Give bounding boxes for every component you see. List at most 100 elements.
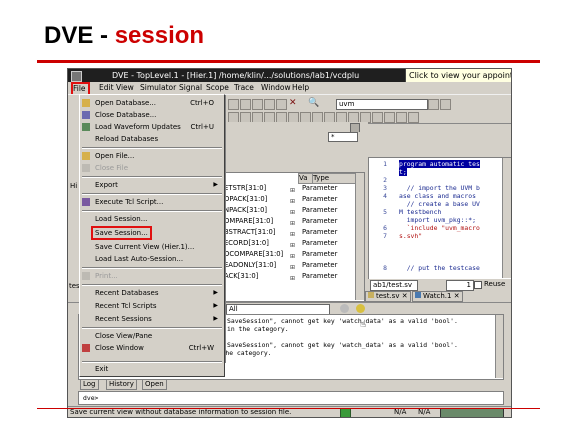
submenu-arrow-icon: ▶ (213, 315, 218, 322)
menu-close-window[interactable]: Close Window Ctrl+W (80, 342, 224, 354)
find-icon[interactable]: 🔍 (308, 98, 319, 108)
file-menu-tail: Exit (79, 360, 225, 377)
menu-separator (82, 327, 222, 329)
menu-save-session[interactable]: Save Session... (80, 226, 224, 240)
signal-type: Parameter (302, 184, 338, 192)
reuse-checkbox[interactable] (474, 281, 482, 289)
source-footer: ab1/test.sv 1 Reuse (368, 279, 511, 291)
source-file-field[interactable]: ab1/test.sv (370, 280, 418, 291)
menu-recent-tcl-scripts[interactable]: Recent Tcl Scripts ▶ (80, 300, 224, 312)
menu-export[interactable]: Export ▶ (80, 179, 224, 191)
folder-icon (82, 152, 90, 160)
waveform-icon (82, 123, 90, 131)
console-stop-icon[interactable] (340, 304, 349, 313)
bottom-rule (37, 408, 540, 409)
menu-close-file: Close File (80, 162, 224, 174)
menu-separator (82, 210, 222, 212)
menu-exit[interactable]: Exit (80, 363, 224, 375)
signal-row[interactable]: ECORD[31:0] (224, 239, 269, 248)
menu-load-session[interactable]: Load Session... (80, 213, 224, 225)
cut-icon[interactable] (228, 99, 239, 110)
submenu-arrow-icon: ▶ (213, 181, 218, 188)
signal-row[interactable]: ACK[31:0] (224, 272, 258, 281)
signal-row[interactable]: OPACK[31:0] (224, 195, 267, 204)
zoom-cursor-icon[interactable] (372, 112, 383, 123)
signal-row[interactable]: ETSTR[31:0] (224, 184, 266, 193)
database-icon (82, 111, 90, 119)
type-column-header[interactable]: Type (312, 173, 360, 184)
signal-list: Va Type ETSTR[31:0] Parameter OPACK[31:0… (223, 172, 365, 302)
menu-reload-databases[interactable]: Reload Databases (80, 133, 224, 145)
window-menu-icon[interactable] (71, 71, 82, 82)
search-prev-icon[interactable] (428, 99, 439, 110)
menu-save-current-view[interactable]: Save Current View (Hier.1)... (80, 241, 224, 253)
signal-row[interactable]: OMPARE[31:0] (224, 217, 273, 226)
script-icon (82, 198, 90, 206)
tab-open[interactable]: Open (142, 379, 167, 390)
signal-type: Parameter (302, 217, 338, 225)
window-title: DVE - TopLevel.1 - [Hier.1] /home/klin/.… (112, 71, 360, 80)
tab-log[interactable]: Log (80, 379, 99, 390)
menu-trace[interactable]: Trace (234, 82, 254, 94)
command-line[interactable]: dve> (78, 391, 504, 405)
line-numbers: 1 2 3 4 5 6 7 8 (383, 160, 387, 272)
source-line-field[interactable]: 1 (446, 280, 474, 291)
undo-icon[interactable] (264, 99, 275, 110)
signal-row[interactable]: OCOMPARE[31:0] (224, 250, 283, 259)
menu-simulator[interactable]: Simulator (140, 82, 176, 94)
expand-markers: ⊞ ⊞ ⊞ ⊞ ⊞ ⊞ ⊞ ⊞ ⊞ (290, 187, 296, 282)
expand-icon[interactable] (396, 112, 407, 123)
signal-type: Parameter (302, 228, 338, 236)
signal-row[interactable]: EADONLY[31:0] (224, 261, 276, 270)
title-rule (37, 60, 540, 63)
menu-execute-tcl-script[interactable]: Execute Tcl Script... (80, 196, 224, 208)
source-scrollbar[interactable] (502, 158, 511, 278)
menu-window[interactable]: Window (261, 82, 291, 94)
slide-title-accent: session (114, 22, 205, 49)
menu-recent-sessions[interactable]: Recent Sessions ▶ (80, 313, 224, 325)
menu-scope[interactable]: Scope (206, 82, 229, 94)
copy-icon[interactable] (240, 99, 251, 110)
reuse-label: Reuse (484, 280, 506, 288)
tab-watch[interactable]: Watch.1 ✕ (412, 291, 463, 302)
menu-separator (82, 284, 222, 286)
menu-edit[interactable]: Edit (99, 82, 114, 94)
search-next-icon[interactable] (440, 99, 451, 110)
signal-type: Parameter (302, 206, 338, 214)
collapse-icon[interactable] (408, 112, 419, 123)
delete-icon[interactable]: ✕ (289, 98, 297, 108)
menu-signal[interactable]: Signal (179, 82, 202, 94)
menu-separator (82, 193, 222, 195)
menu-help[interactable]: Help (292, 82, 309, 94)
search-combo[interactable]: uvm (336, 99, 428, 110)
source-code[interactable]: program automatic tes t; // import the U… (399, 160, 499, 272)
redo-icon[interactable] (276, 99, 287, 110)
signal-type: Parameter (302, 272, 338, 280)
file-menu: Open Database... Ctrl+O Close Database...… (79, 94, 225, 362)
watch-icon (415, 292, 421, 298)
marker-icon[interactable] (384, 112, 395, 123)
menu-close-database[interactable]: Close Database... (80, 109, 224, 121)
signal-type: Parameter (302, 239, 338, 247)
menu-load-last-auto-session[interactable]: Load Last Auto-Session... (80, 253, 224, 265)
menu-recent-databases[interactable]: Recent Databases ▶ (80, 287, 224, 299)
menu-open-file[interactable]: Open File... (80, 150, 224, 162)
menu-load-waveform-updates[interactable]: Load Waveform Updates Ctrl+U (80, 121, 224, 133)
submenu-arrow-icon: ▶ (213, 289, 218, 296)
console-scrollbar[interactable] (495, 315, 503, 378)
signal-type: Parameter (302, 195, 338, 203)
menu-close-view-pane[interactable]: Close View/Pane (80, 330, 224, 342)
signal-filter-combo[interactable]: * (328, 132, 358, 142)
tab-history[interactable]: History (106, 379, 137, 390)
signal-scrollbar[interactable] (355, 173, 364, 300)
dve-window: DVE - TopLevel.1 - [Hier.1] /home/klin/.… (67, 68, 512, 418)
tab-test-sv[interactable]: test.sv ✕ (365, 291, 411, 302)
signal-row[interactable]: BSTRACT[31:0] (224, 228, 275, 237)
paste-icon[interactable] (252, 99, 263, 110)
menu-open-database[interactable]: Open Database... Ctrl+O (80, 97, 224, 109)
console-warn-icon[interactable] (356, 304, 365, 313)
menu-view[interactable]: View (116, 82, 134, 94)
menu-separator (82, 267, 222, 269)
signal-row[interactable]: NPACK[31:0] (224, 206, 267, 215)
console-tabs: Log History Open (78, 379, 502, 390)
